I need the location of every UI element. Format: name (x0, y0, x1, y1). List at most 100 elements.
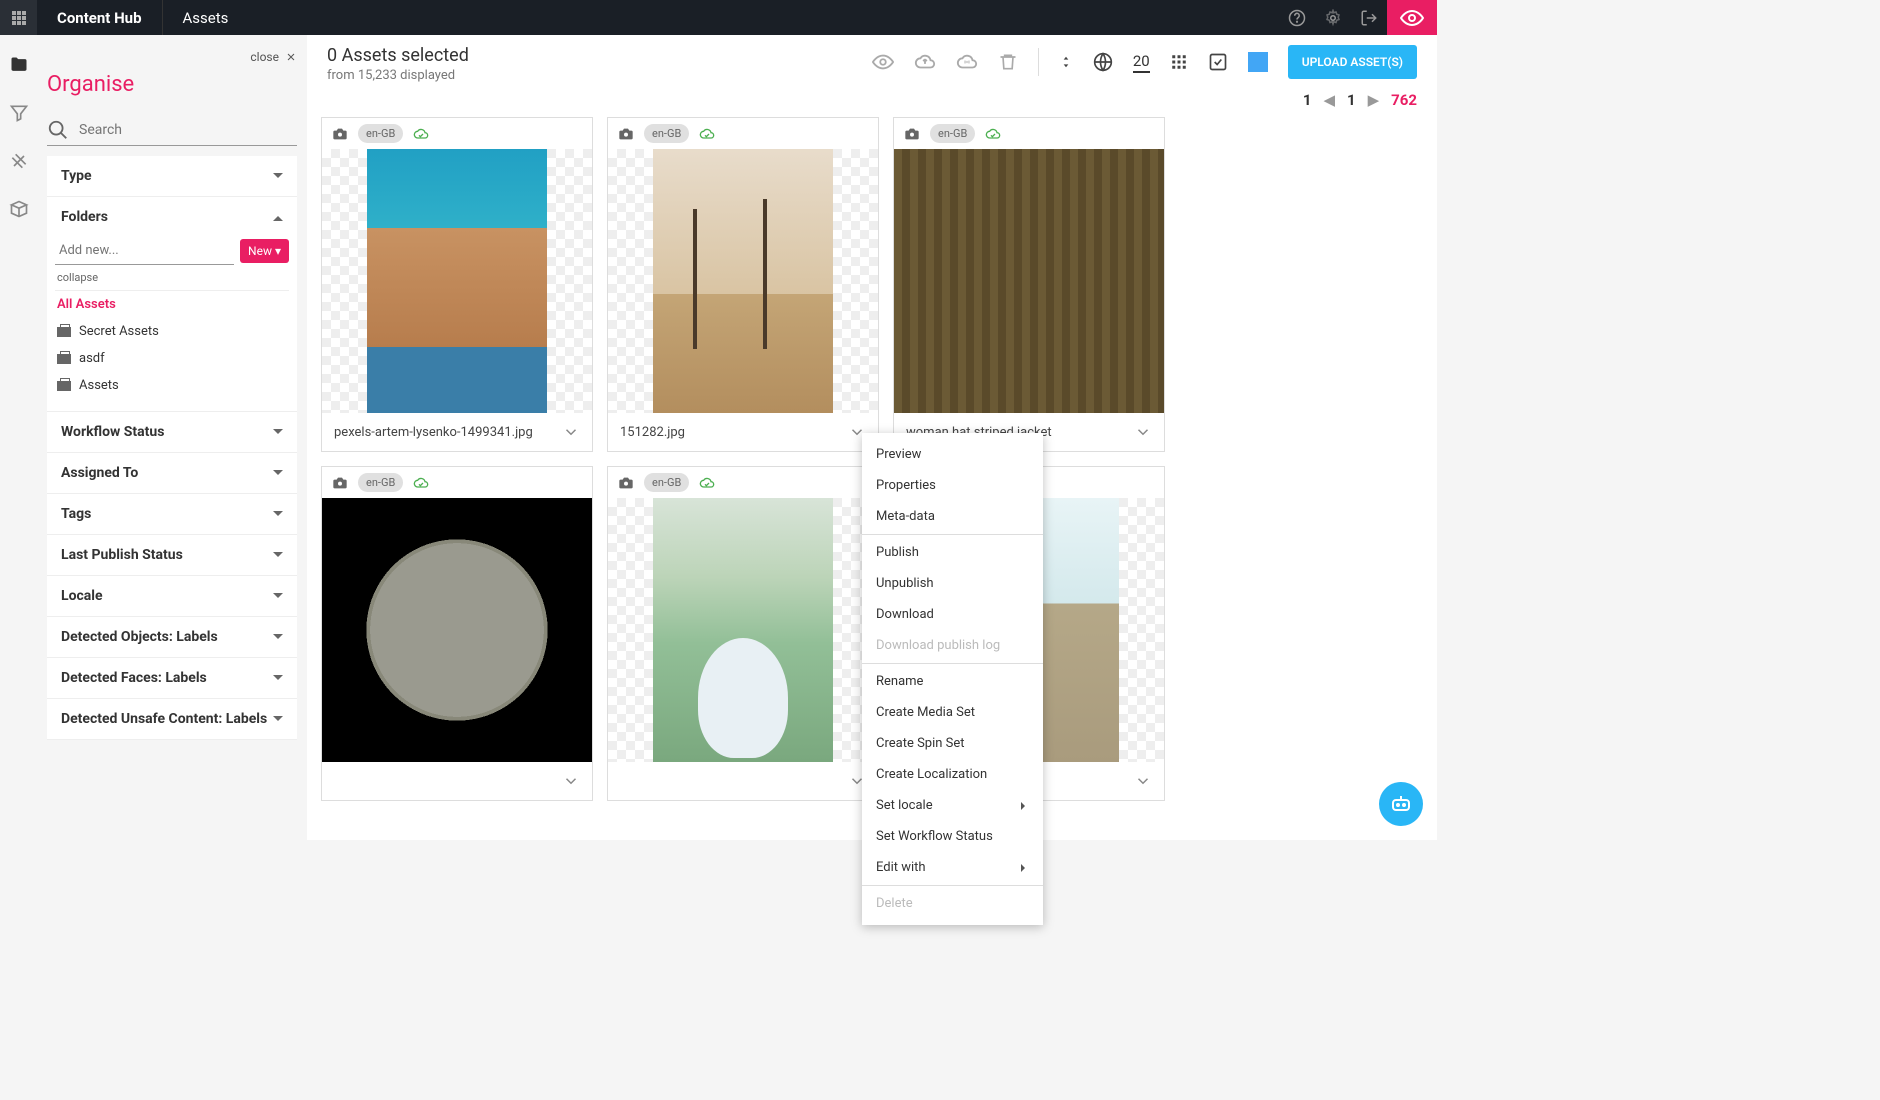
acc-type[interactable]: Type (47, 156, 297, 196)
chevron-down-icon[interactable] (562, 772, 580, 790)
acc-tags[interactable]: Tags (47, 494, 297, 534)
acc-folders[interactable]: Folders (47, 197, 297, 237)
menu-item-edit-with[interactable]: Edit with (862, 852, 1043, 883)
help-icon[interactable] (1279, 9, 1315, 27)
menu-item-meta-data[interactable]: Meta-data (862, 501, 1043, 532)
chevron-down-icon (273, 470, 283, 480)
selection-title: 0 Assets selected (327, 45, 469, 66)
menu-separator (862, 885, 1043, 886)
grid-view-icon[interactable] (1170, 53, 1188, 71)
asset-card[interactable]: en-GB 151282.jpg (607, 117, 879, 452)
acc-publish[interactable]: Last Publish Status (47, 535, 297, 575)
menu-item-publish[interactable]: Publish (862, 537, 1043, 568)
box-icon[interactable] (9, 199, 29, 219)
menu-label: Preview (876, 447, 921, 462)
search-box[interactable] (47, 115, 297, 146)
close-sidebar[interactable]: close (47, 50, 297, 64)
apps-menu-button[interactable] (0, 0, 37, 35)
locale-chip: en-GB (644, 473, 689, 492)
locale-chip: en-GB (358, 124, 403, 143)
chevron-down-icon (273, 552, 283, 562)
globe-icon[interactable] (1093, 52, 1113, 72)
locale-chip: en-GB (644, 124, 689, 143)
folder-label: asdf (79, 351, 105, 366)
page-start: 1 (1303, 91, 1312, 109)
apps-icon (12, 11, 26, 25)
chat-fab[interactable] (1379, 782, 1423, 826)
acc-detected-unsafe[interactable]: Detected Unsafe Content: Labels (47, 699, 297, 739)
acc-detected-faces[interactable]: Detected Faces: Labels (47, 658, 297, 698)
organise-sidebar: close Organise Type Folders New ▾ collap… (37, 35, 307, 840)
asset-card[interactable]: en-GB woman hat striped jacket (893, 117, 1165, 452)
locale-chip: en-GB (358, 473, 403, 492)
search-input[interactable] (69, 122, 297, 138)
add-folder-input[interactable] (55, 237, 234, 265)
new-folder-button[interactable]: New ▾ (240, 239, 289, 263)
menu-item-set-locale[interactable]: Set locale (862, 790, 1043, 821)
prev-page-icon[interactable]: ◀ (1323, 91, 1335, 109)
cloud-published-icon (411, 126, 431, 142)
sort-icon[interactable] (1059, 52, 1073, 72)
menu-item-create-media-set[interactable]: Create Media Set (862, 697, 1043, 728)
asset-card[interactable]: en-GB pexels-artem-lysenko-1499341.jpg (321, 117, 593, 452)
page-size-select[interactable]: 20 (1133, 52, 1150, 73)
asset-card[interactable]: en-GB (321, 466, 593, 801)
folder-item[interactable]: asdf (55, 345, 289, 372)
chevron-down-icon[interactable] (1134, 423, 1152, 441)
menu-item-download[interactable]: Download (862, 599, 1043, 630)
trash-icon[interactable] (998, 52, 1018, 72)
menu-separator (862, 534, 1043, 535)
asset-filename: 151282.jpg (620, 425, 848, 440)
chevron-down-icon (273, 511, 283, 521)
filter-icon[interactable] (9, 103, 29, 123)
menu-label: Create Localization (876, 767, 987, 782)
cloud-published-icon (983, 126, 1003, 142)
menu-item-rename[interactable]: Rename (862, 666, 1043, 697)
gear-icon[interactable] (1315, 9, 1351, 27)
acc-locale[interactable]: Locale (47, 576, 297, 616)
chevron-up-icon (273, 211, 283, 221)
selection-toggle[interactable] (1248, 52, 1268, 72)
menu-item-properties[interactable]: Properties (862, 470, 1043, 501)
briefcase-icon (57, 381, 71, 391)
folder-icon[interactable] (9, 55, 29, 75)
camera-icon (902, 126, 922, 142)
folder-all-assets[interactable]: All Assets (55, 291, 289, 318)
folder-item[interactable]: Secret Assets (55, 318, 289, 345)
folder-item[interactable]: Assets (55, 372, 289, 399)
acc-assigned[interactable]: Assigned To (47, 453, 297, 493)
collapse-link[interactable]: collapse (57, 271, 287, 284)
acc-label: Workflow Status (61, 424, 164, 440)
cloud-upload-icon[interactable] (914, 51, 936, 73)
search-icon (47, 119, 69, 141)
acc-label: Detected Unsafe Content: Labels (61, 711, 267, 727)
folder-label: Assets (79, 378, 119, 393)
cloud-published-icon (411, 475, 431, 491)
tools-icon[interactable] (9, 151, 29, 171)
menu-label: Unpublish (876, 576, 934, 591)
preview-panel-toggle[interactable] (1387, 0, 1437, 35)
chevron-down-icon (273, 429, 283, 439)
checkbox-icon[interactable] (1208, 52, 1228, 72)
acc-label: Tags (61, 506, 91, 522)
acc-detected-objects[interactable]: Detected Objects: Labels (47, 617, 297, 657)
cloud-off-icon[interactable] (956, 51, 978, 73)
menu-item-create-localization[interactable]: Create Localization (862, 759, 1043, 790)
eye-icon[interactable] (872, 51, 894, 73)
asset-card[interactable]: en-GB (607, 466, 879, 801)
menu-item-set-workflow-status[interactable]: Set Workflow Status (862, 821, 1043, 852)
next-page-icon[interactable]: ▶ (1368, 91, 1380, 109)
total-pages[interactable]: 762 (1391, 91, 1417, 109)
menu-item-download-publish-log: Download publish log (862, 630, 1043, 661)
chevron-down-icon[interactable] (1134, 772, 1152, 790)
upload-button[interactable]: UPLOAD ASSET(S) (1288, 45, 1417, 79)
menu-item-preview[interactable]: Preview (862, 439, 1043, 470)
chevron-down-icon (273, 173, 283, 183)
menu-label: Meta-data (876, 509, 935, 524)
menu-label: Edit with (876, 860, 926, 875)
logout-icon[interactable] (1351, 9, 1387, 27)
chevron-down-icon[interactable] (562, 423, 580, 441)
acc-workflow[interactable]: Workflow Status (47, 412, 297, 452)
menu-item-create-spin-set[interactable]: Create Spin Set (862, 728, 1043, 759)
menu-item-unpublish[interactable]: Unpublish (862, 568, 1043, 599)
